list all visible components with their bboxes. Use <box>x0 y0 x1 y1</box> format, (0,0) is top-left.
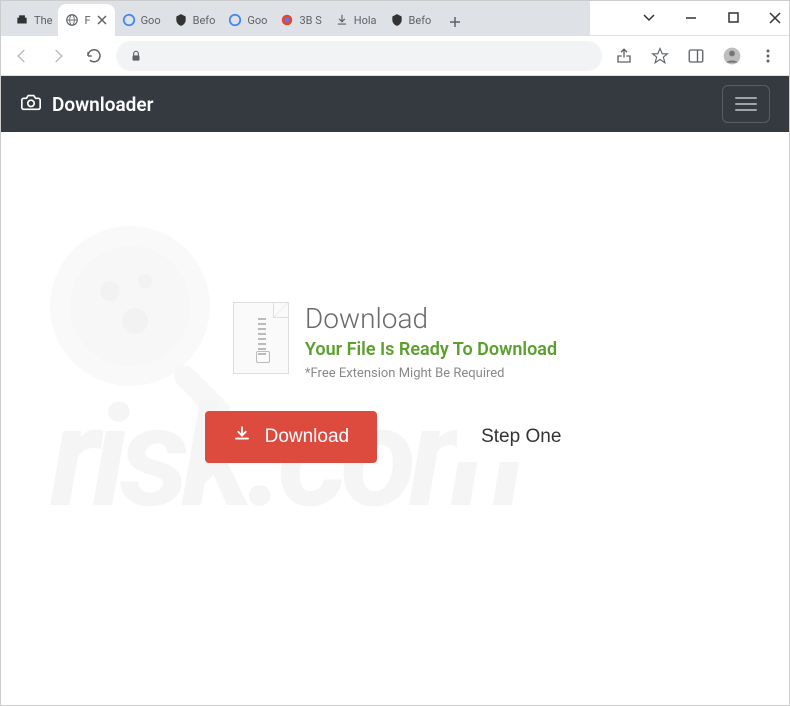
tab-6[interactable]: Hola <box>328 4 383 36</box>
minimize-button[interactable] <box>684 11 698 25</box>
tab-4[interactable]: Goo <box>221 4 273 36</box>
tab-5[interactable]: 3B S <box>273 4 327 36</box>
tab-label: Befo <box>409 14 432 27</box>
back-button[interactable] <box>8 42 36 70</box>
tab-7[interactable]: Befo <box>383 4 438 36</box>
download-icon <box>233 425 251 449</box>
printer-icon <box>14 12 30 28</box>
download-card: Download Your File Is Ready To Download … <box>0 132 790 463</box>
card-title: Download <box>305 302 557 335</box>
toolbar <box>0 36 790 76</box>
page-header: Downloader <box>0 76 790 132</box>
page-content: Downloader risk.com Download Your File I… <box>0 76 790 706</box>
zip-file-icon <box>233 302 289 374</box>
tab-label: 3B S <box>299 14 321 27</box>
download-icon <box>334 12 350 28</box>
maximize-button[interactable] <box>726 11 740 25</box>
tab-1[interactable]: F <box>58 4 114 36</box>
brand[interactable]: Downloader <box>20 91 153 118</box>
tab-label: Befo <box>193 14 216 27</box>
url-input[interactable] <box>152 48 590 63</box>
camera-icon <box>20 91 42 118</box>
tab-label: The <box>34 14 52 27</box>
card-subtitle: Your File Is Ready To Download <box>305 339 557 360</box>
shield-icon <box>389 12 405 28</box>
tab-0[interactable]: The <box>8 4 58 36</box>
globe-icon <box>64 12 80 28</box>
new-tab-button[interactable] <box>441 8 469 36</box>
forward-button[interactable] <box>44 42 72 70</box>
tab-2[interactable]: Goo <box>115 4 167 36</box>
window-dropdown-button[interactable] <box>642 11 656 25</box>
browser-tabs: The F Goo Befo Goo 3B S Hola Befo <box>0 0 590 36</box>
tab-label: F <box>84 14 90 27</box>
step-button-label: Step One <box>481 426 561 447</box>
sidepanel-button[interactable] <box>682 42 710 70</box>
menu-button[interactable] <box>754 42 782 70</box>
google-icon <box>227 12 243 28</box>
download-button[interactable]: Download <box>205 411 378 463</box>
address-bar[interactable] <box>116 41 602 71</box>
hamburger-icon <box>735 97 757 111</box>
share-button[interactable] <box>610 42 638 70</box>
google-icon <box>121 12 137 28</box>
tab-3[interactable]: Befo <box>167 4 222 36</box>
profile-button[interactable] <box>718 42 746 70</box>
lock-icon <box>128 48 144 64</box>
reload-button[interactable] <box>80 42 108 70</box>
close-icon[interactable] <box>95 13 109 27</box>
shield-icon <box>173 12 189 28</box>
tab-label: Hola <box>354 14 377 27</box>
card-note: *Free Extension Might Be Required <box>305 366 557 381</box>
brand-label: Downloader <box>52 93 153 116</box>
hamburger-button[interactable] <box>722 85 770 123</box>
chrome-icon <box>279 12 295 28</box>
download-button-label: Download <box>265 426 350 448</box>
step-one-button[interactable]: Step One <box>457 412 585 462</box>
tab-label: Goo <box>247 14 267 27</box>
bookmark-button[interactable] <box>646 42 674 70</box>
tab-label: Goo <box>141 14 161 27</box>
close-window-button[interactable] <box>768 11 782 25</box>
